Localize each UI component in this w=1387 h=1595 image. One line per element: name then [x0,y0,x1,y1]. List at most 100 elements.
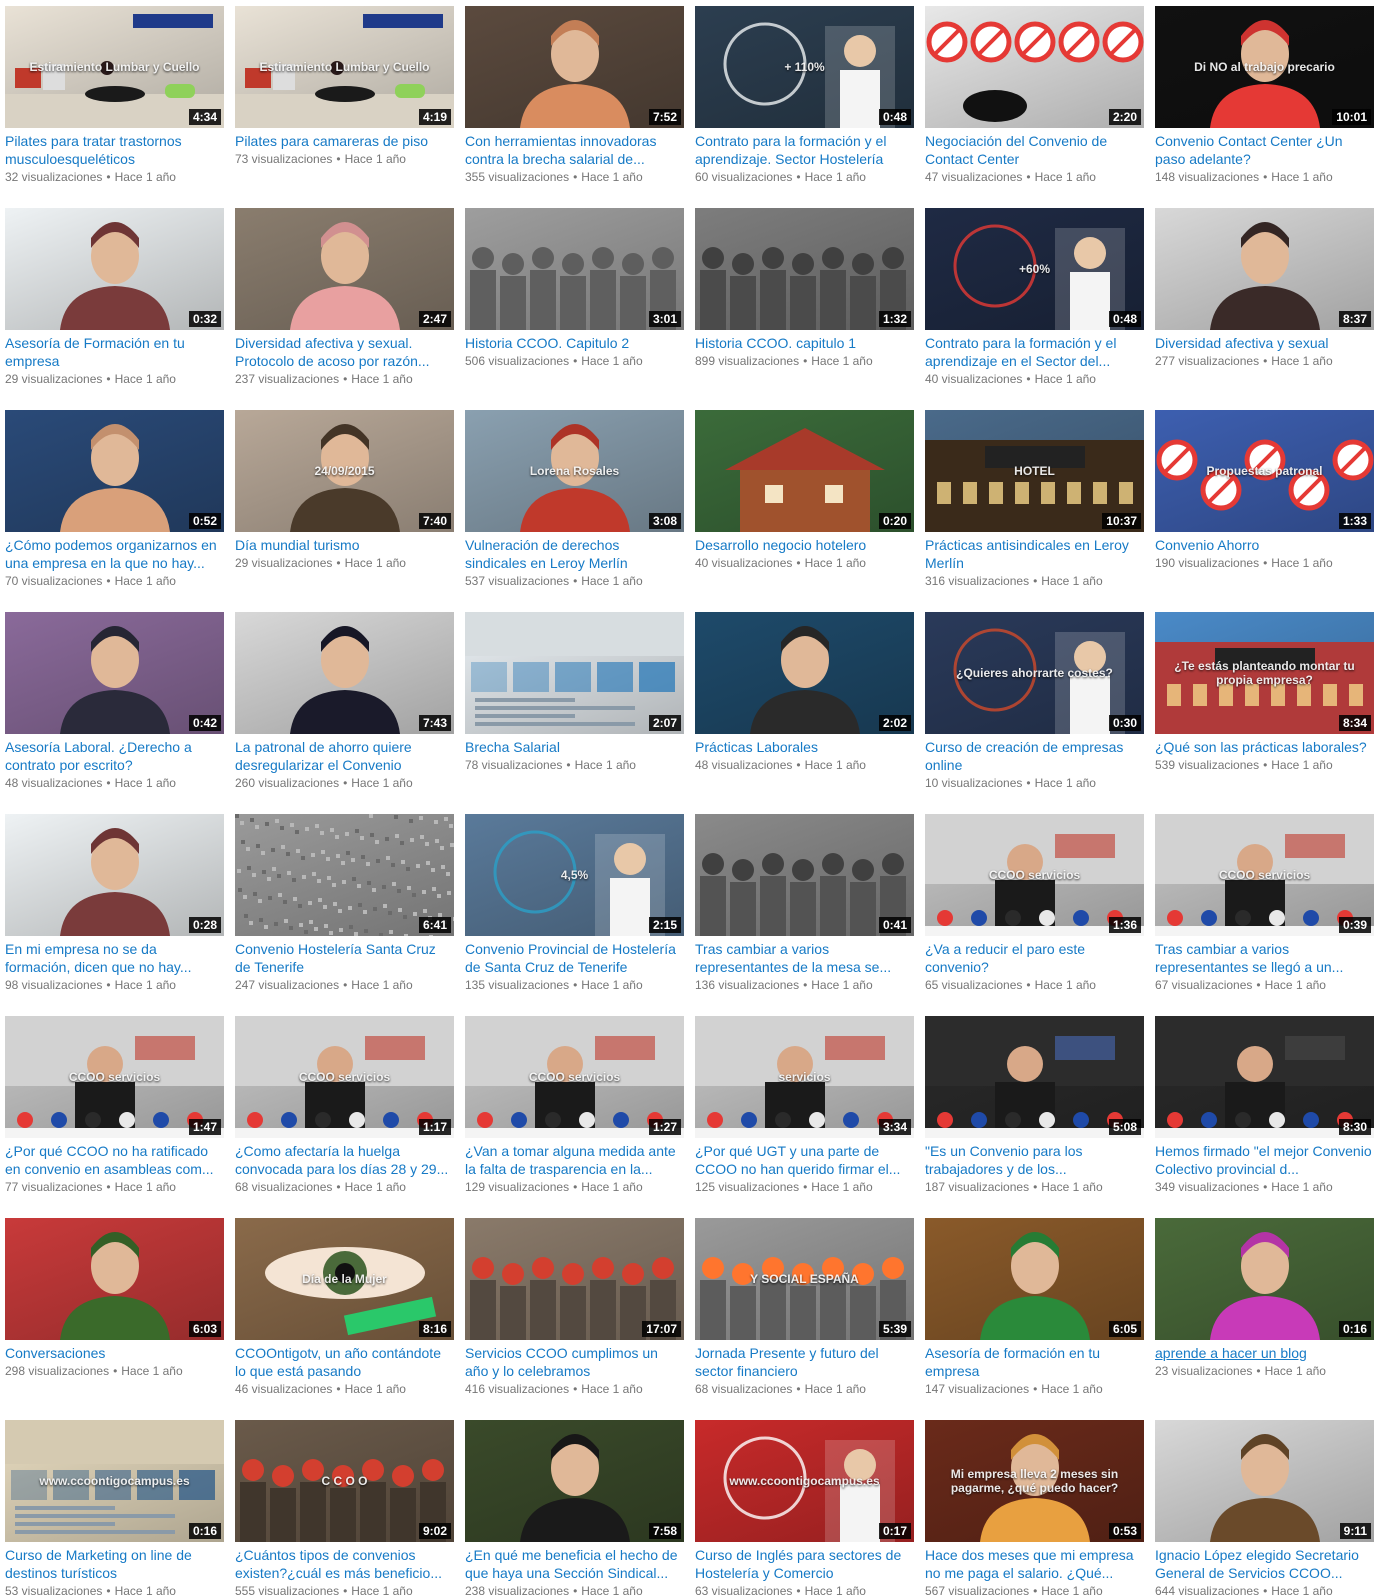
video-card[interactable]: 0:41 Tras cambiar a varios representantes… [695,814,914,1016]
video-card[interactable]: CCOO servicios 1:47 ¿Por qué CCOO no ha ra… [5,1016,224,1218]
video-title-link[interactable]: "Es un Convenio para los trabajadores y … [925,1142,1144,1178]
video-card[interactable]: 0:28 En mi empresa no se da formación, di… [5,814,224,1016]
video-thumbnail[interactable]: 24/09/2015 7:40 [235,410,454,532]
video-card[interactable]: 5:08 "Es un Convenio para los trabajadore… [925,1016,1144,1218]
video-card[interactable]: 7:52 Con herramientas innovadoras contra … [465,6,684,208]
video-title-link[interactable]: ¿En qué me beneficia el hecho de que hay… [465,1546,684,1582]
video-card[interactable]: 3:01 Historia CCOO. Capitulo 2 506 visuali… [465,208,684,410]
video-thumbnail[interactable]: + 110% 0:48 [695,6,914,128]
video-card[interactable]: Lorena Rosales 3:08 Vulneración de derecho… [465,410,684,612]
video-thumbnail[interactable]: 2:20 [925,6,1144,128]
video-title-link[interactable]: Convenio Contact Center ¿Un paso adelant… [1155,132,1374,168]
video-card[interactable]: 8:30 Hemos firmado "el mejor Convenio Col… [1155,1016,1374,1218]
video-thumbnail[interactable]: 6:03 [5,1218,224,1340]
video-thumbnail[interactable]: www.ccoontigocampus.es 0:16 [5,1420,224,1542]
video-card[interactable]: Propuestas patronal 1:33 Convenio Ahorro 19… [1155,410,1374,612]
video-thumbnail[interactable]: 4,5% 2:15 [465,814,684,936]
video-card[interactable]: 2:20 Negociación del Convenio de Contact … [925,6,1144,208]
video-title-link[interactable]: Asesoría de formación en tu empresa [925,1344,1144,1380]
video-card[interactable]: Mi empresa lleva 2 meses sin pagarme, ¿q… [925,1420,1144,1595]
video-thumbnail[interactable]: 7:52 [465,6,684,128]
video-card[interactable]: 4,5% 2:15 Convenio Provincial de Hostelerí… [465,814,684,1016]
video-card[interactable]: 6:41 Convenio Hostelería Santa Cruz de Te… [235,814,454,1016]
video-thumbnail[interactable]: Lorena Rosales 3:08 [465,410,684,532]
video-card[interactable]: Estiramiento Lumbar y Cuello 4:34 Pilates … [5,6,224,208]
video-card[interactable]: 2:02 Prácticas Laborales 48 visualizacione… [695,612,914,814]
video-thumbnail[interactable]: 0:16 [1155,1218,1374,1340]
video-title-link[interactable]: Con herramientas innovadoras contra la b… [465,132,684,168]
video-card[interactable]: 2:47 Diversidad afectiva y sexual. Protoc… [235,208,454,410]
video-title-link[interactable]: Desarrollo negocio hotelero [695,536,914,554]
video-thumbnail[interactable]: 7:43 [235,612,454,734]
video-thumbnail[interactable]: C C O O 9:02 [235,1420,454,1542]
video-card[interactable]: 0:32 Asesoría de Formación en tu empresa 2… [5,208,224,410]
video-thumbnail[interactable]: www.ccoontigocampus.es 0:17 [695,1420,914,1542]
video-thumbnail[interactable]: 2:47 [235,208,454,330]
video-card[interactable]: ¿Quieres ahorrarte costes? 0:30 Curso de c… [925,612,1144,814]
video-title-link[interactable]: Curso de Marketing on line de destinos t… [5,1546,224,1582]
video-card[interactable]: 17:07 Servicios CCOO cumplimos un año y l… [465,1218,684,1420]
video-title-link[interactable]: Convenio Provincial de Hostelería de San… [465,940,684,976]
video-thumbnail[interactable]: CCOO servicios 1:47 [5,1016,224,1138]
video-thumbnail[interactable]: Estiramiento Lumbar y Cuello 4:19 [235,6,454,128]
video-card[interactable]: Día de la Mujer 8:16 CCOOntigotv, un año c… [235,1218,454,1420]
video-card[interactable]: + 110% 0:48 Contrato para la formación y e… [695,6,914,208]
video-title-link[interactable]: Conversaciones [5,1344,224,1362]
video-thumbnail[interactable]: CCOO servicios 0:39 [1155,814,1374,936]
video-title-link[interactable]: ¿Cuántos tipos de convenios existen?¿cuá… [235,1546,454,1582]
video-thumbnail[interactable]: Mi empresa lleva 2 meses sin pagarme, ¿q… [925,1420,1144,1542]
video-card[interactable]: 24/09/2015 7:40 Día mundial turismo 29 visu… [235,410,454,612]
video-thumbnail[interactable]: 7:58 [465,1420,684,1542]
video-card[interactable]: 7:43 La patronal de ahorro quiere desregu… [235,612,454,814]
video-title-link[interactable]: Historia CCOO. capitulo 1 [695,334,914,352]
video-title-link[interactable]: En mi empresa no se da formación, dicen … [5,940,224,976]
video-card[interactable]: www.ccoontigocampus.es 0:17 Curso de Inglé… [695,1420,914,1595]
video-thumbnail[interactable]: 2:02 [695,612,914,734]
video-thumbnail[interactable]: CCOO servicios 1:36 [925,814,1144,936]
video-card[interactable]: Estiramiento Lumbar y Cuello 4:19 Pilates … [235,6,454,208]
video-thumbnail[interactable]: CCOO servicios 1:27 [465,1016,684,1138]
video-title-link[interactable]: Tras cambiar a varios representantes se … [1155,940,1374,976]
video-thumbnail[interactable]: 0:28 [5,814,224,936]
video-thumbnail[interactable]: 5:08 [925,1016,1144,1138]
video-thumbnail[interactable]: 6:41 [235,814,454,936]
video-title-link[interactable]: ¿Va a reducir el paro este convenio? [925,940,1144,976]
video-thumbnail[interactable]: 1:32 [695,208,914,330]
video-card[interactable]: CCOO servicios 1:17 ¿Como afectaría la hue… [235,1016,454,1218]
video-thumbnail[interactable]: servicios 3:34 [695,1016,914,1138]
video-thumbnail[interactable]: 0:42 [5,612,224,734]
video-card[interactable]: 6:03 Conversaciones 298 visualizaciones • Ha… [5,1218,224,1420]
video-thumbnail[interactable]: 8:30 [1155,1016,1374,1138]
video-title-link[interactable]: Ignacio López elegido Secretario General… [1155,1546,1374,1582]
video-card[interactable]: 1:32 Historia CCOO. capitulo 1 899 visuali… [695,208,914,410]
video-title-link[interactable]: Convenio Hostelería Santa Cruz de Teneri… [235,940,454,976]
video-card[interactable]: 0:52 ¿Cómo podemos organizarnos en una em… [5,410,224,612]
video-title-link[interactable]: ¿Van a tomar alguna medida ante la falta… [465,1142,684,1178]
video-thumbnail[interactable]: Di NO al trabajo precario 10:01 [1155,6,1374,128]
video-title-link[interactable]: ¿Qué son las prácticas laborales? [1155,738,1374,756]
video-title-link[interactable]: Contrato para la formación y el aprendiz… [695,132,914,168]
video-title-link[interactable]: Tras cambiar a varios representantes de … [695,940,914,976]
video-title-link[interactable]: Historia CCOO. Capitulo 2 [465,334,684,352]
video-thumbnail[interactable]: 17:07 [465,1218,684,1340]
video-title-link[interactable]: Brecha Salarial [465,738,684,756]
video-title-link[interactable]: aprende a hacer un blog [1155,1344,1374,1362]
video-thumbnail[interactable]: 6:05 [925,1218,1144,1340]
video-title-link[interactable]: Prácticas antisindicales en Leroy Merlín [925,536,1144,572]
video-title-link[interactable]: Pilates para camareras de piso [235,132,454,150]
video-card[interactable]: servicios 3:34 ¿Por qué UGT y una parte de… [695,1016,914,1218]
video-card[interactable]: HOTEL 10:37 Prácticas antisindicales en Le… [925,410,1144,612]
video-title-link[interactable]: Servicios CCOO cumplimos un año y lo cel… [465,1344,684,1380]
video-thumbnail[interactable]: ¿Te estás planteando montar tu propia em… [1155,612,1374,734]
video-thumbnail[interactable]: 3:01 [465,208,684,330]
video-title-link[interactable]: Día mundial turismo [235,536,454,554]
video-thumbnail[interactable]: Día de la Mujer 8:16 [235,1218,454,1340]
video-title-link[interactable]: CCOOntigotv, un año contándote lo que es… [235,1344,454,1380]
video-title-link[interactable]: ¿Por qué CCOO no ha ratificado en conven… [5,1142,224,1178]
video-card[interactable]: 7:58 ¿En qué me beneficia el hecho de que… [465,1420,684,1595]
video-card[interactable]: 0:42 Asesoría Laboral. ¿Derecho a contrat… [5,612,224,814]
video-thumbnail[interactable]: ¿Quieres ahorrarte costes? 0:30 [925,612,1144,734]
video-title-link[interactable]: Asesoría de Formación en tu empresa [5,334,224,370]
video-title-link[interactable]: Contrato para la formación y el aprendiz… [925,334,1144,370]
video-card[interactable]: 9:11 Ignacio López elegido Secretario Gen… [1155,1420,1374,1595]
